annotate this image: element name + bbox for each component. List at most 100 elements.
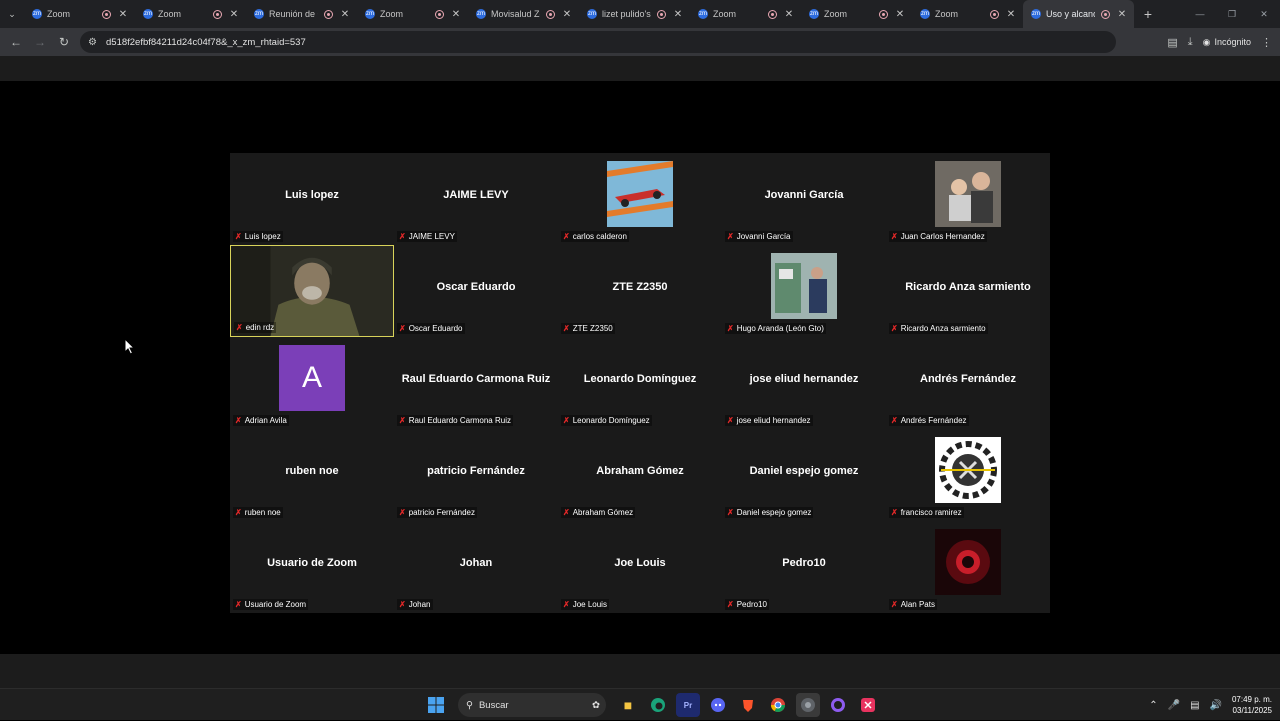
edge-icon[interactable] [646,693,670,717]
discord-icon[interactable] [706,693,730,717]
close-tab-icon[interactable]: ✕ [672,9,684,20]
participant-display-name: Jovanni García [764,189,844,201]
chrome-incognito-icon[interactable] [796,693,820,717]
participant-tile[interactable]: Daniel espejo gomez ✗ Daniel espejo gomez [722,429,886,521]
participant-name: ruben noe [244,508,281,517]
close-tab-icon[interactable]: ✕ [1005,9,1017,20]
participant-tile[interactable]: Jovanni García ✗ Jovanni García [722,153,886,245]
capcut-icon[interactable] [856,693,880,717]
close-tab-icon[interactable]: ✕ [1116,9,1128,20]
site-info-icon[interactable]: ⚙ [88,37,102,48]
participant-tile[interactable]: Ricardo Anza sarmiento ✗ Ricardo Anza sarm… [886,245,1050,337]
volume-icon[interactable]: 🔊 [1210,700,1222,711]
participant-display-name: Leonardo Domínguez [583,373,697,385]
participant-tile[interactable]: Abraham Gómez ✗ Abraham Gómez [558,429,722,521]
search-highlight-icon: ✿ [592,699,600,711]
address-bar[interactable]: ⚙ d518f2efbf84211d24c04f78&_x_zm_rhtaid=… [80,31,1116,53]
tab-title: Zoom [47,9,71,19]
participant-tile[interactable]: ✗ carlos calderon [558,153,722,245]
browser-tab[interactable]: zm Zoom ✕ [912,0,1023,28]
windows-start-icon[interactable] [424,693,448,717]
close-tab-icon[interactable]: ✕ [894,9,906,20]
browser-tab[interactable]: zm Zoom ✕ [24,0,135,28]
participant-name-label: ✗ patricio Fernández [397,507,477,518]
participant-name: edin rdz [245,323,275,332]
reading-mode-icon[interactable]: ▤ [1167,36,1177,49]
browser-tab[interactable]: zm Uso y alcance ✕ [1023,0,1134,28]
close-tab-icon[interactable]: ✕ [783,9,795,20]
participant-tile[interactable]: Pedro10 ✗ Pedro10 [722,521,886,613]
tab-search-chevron-icon[interactable]: ⌄ [0,0,24,28]
network-icon[interactable]: ▤ [1190,700,1199,711]
participant-tile[interactable]: Usuario de Zoom ✗ Usuario de Zoom [230,521,394,613]
close-tab-icon[interactable]: ✕ [117,9,129,20]
participant-tile[interactable]: Johan ✗ Johan [394,521,558,613]
obs-icon[interactable] [826,693,850,717]
browser-tab[interactable]: zm Zoom ✕ [801,0,912,28]
restore-icon[interactable]: ❐ [1216,0,1248,28]
participant-tile[interactable]: ✗ Alan Pats [886,521,1050,613]
participant-tile[interactable]: ✗ Hugo Aranda (León Gto) [722,245,886,337]
participant-name-label: ✗ Pedro10 [725,599,769,610]
participant-name: Abraham Gómez [572,508,634,517]
participant-tile[interactable]: ✗ Juan Carlos Hernandez [886,153,1050,245]
participant-tile[interactable]: Andrés Fernández ✗ Andrés Fernández [886,337,1050,429]
participant-tile[interactable]: Raul Eduardo Carmona Ruiz ✗ Raul Eduardo C… [394,337,558,429]
browser-tab[interactable]: zm Zoom ✕ [135,0,246,28]
new-tab-button[interactable]: + [1136,6,1160,22]
menu-icon[interactable]: ⋮ [1261,36,1272,49]
participant-display-name: Johan [459,557,493,569]
close-window-icon[interactable]: ✕ [1248,0,1280,28]
participant-tile[interactable]: JAIME LEVY ✗ JAIME LEVY [394,153,558,245]
participant-name: Raul Eduardo Carmona Ruiz [408,416,511,425]
participant-display-name: ruben noe [285,465,339,477]
participant-name-label: ✗ francisco ramirez [889,507,964,518]
participant-tile[interactable]: patricio Fernández ✗ patricio Fernández [394,429,558,521]
taskbar-search[interactable]: ⚲ Buscar ✿ [458,693,606,717]
participant-tile[interactable]: ✗ edin rdz [230,245,394,337]
participant-tile[interactable]: Leonardo Domínguez ✗ Leonardo Domínguez [558,337,722,429]
zoom-favicon-icon: zm [587,9,597,19]
browser-tab[interactable]: zm lizet pulido's ✕ [579,0,690,28]
tray-overflow-icon[interactable]: ⌃ [1149,700,1157,711]
browser-tab[interactable]: zm Reunión de O ✕ [246,0,357,28]
participant-name: Juan Carlos Hernandez [900,232,985,241]
back-icon[interactable]: ← [4,30,28,54]
participant-tile[interactable]: ✗ francisco ramirez [886,429,1050,521]
file-explorer-icon[interactable]: ■ [616,693,640,717]
close-tab-icon[interactable]: ✕ [450,9,462,20]
minimize-icon[interactable]: — [1184,0,1216,28]
participant-tile[interactable]: Luis lopez ✗ Luis lopez [230,153,394,245]
browser-tab[interactable]: zm Zoom ✕ [690,0,801,28]
browser-tab[interactable]: zm Zoom ✕ [357,0,468,28]
muted-mic-icon: ✗ [727,508,734,517]
muted-mic-icon: ✗ [727,416,734,425]
clock[interactable]: 07:49 p. m. 03/11/2025 [1232,694,1272,716]
participant-name: Joe Louis [572,600,607,609]
participant-tile[interactable]: Oscar Eduardo ✗ Oscar Eduardo [394,245,558,337]
recording-icon [213,9,222,19]
chrome-icon[interactable] [766,693,790,717]
participant-display-name: jose eliud hernandez [749,373,859,385]
forward-icon[interactable]: → [28,30,52,54]
close-tab-icon[interactable]: ✕ [561,9,573,20]
participant-tile[interactable]: ruben noe ✗ ruben noe [230,429,394,521]
close-tab-icon[interactable]: ✕ [228,9,240,20]
brave-icon[interactable] [736,693,760,717]
participant-tile[interactable]: A ✗ Adrian Avila [230,337,394,429]
recording-icon [102,9,111,19]
muted-mic-icon: ✗ [563,508,570,517]
incognito-indicator[interactable]: ◉ Incógnito [1203,37,1251,48]
participant-tile[interactable]: ZTE Z2350 ✗ ZTE Z2350 [558,245,722,337]
muted-mic-icon: ✗ [235,508,242,517]
participant-name: Jovanni García [736,232,791,241]
participant-tile[interactable]: Joe Louis ✗ Joe Louis [558,521,722,613]
browser-tab[interactable]: zm Movisalud Zo ✕ [468,0,579,28]
participant-tile[interactable]: jose eliud hernandez ✗ jose eliud hernande… [722,337,886,429]
premiere-icon[interactable]: Pr [676,693,700,717]
reload-icon[interactable]: ↻ [52,30,76,54]
close-tab-icon[interactable]: ✕ [339,9,351,20]
microphone-icon[interactable]: 🎤 [1168,700,1180,711]
taskbar-apps: ⚲ Buscar ✿ ■ Pr [424,693,880,717]
download-icon[interactable]: ⤓ [1188,36,1193,49]
